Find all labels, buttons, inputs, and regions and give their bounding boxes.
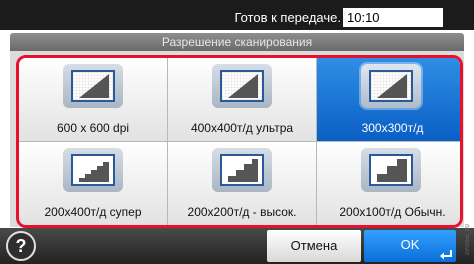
- screen-title: Разрешение сканирования: [161, 35, 313, 49]
- option-400x400-ultra[interactable]: 400x400т/д ультра: [168, 58, 317, 142]
- option-300x300[interactable]: 300x300т/д: [317, 58, 460, 142]
- option-label: 200x400т/д супер: [44, 205, 142, 219]
- option-label: 600 x 600 dpi: [56, 121, 130, 135]
- resolution-high-icon: [361, 64, 421, 108]
- option-label: 300x300т/д: [361, 121, 424, 135]
- bottom-bar: ? Отмена OK: [0, 228, 474, 264]
- enter-icon: [440, 250, 452, 260]
- resolution-grid: 600 x 600 dpi 400x400т/д ультра 300x300т…: [16, 55, 463, 228]
- option-200x100-normal[interactable]: 200x100т/д Обычн.: [317, 142, 460, 225]
- resolution-low-icon: [361, 148, 421, 192]
- cancel-button[interactable]: Отмена: [267, 230, 361, 262]
- help-icon: ?: [15, 236, 27, 256]
- option-label: 200x200т/д - высок.: [187, 205, 297, 219]
- option-600x600[interactable]: 600 x 600 dpi: [19, 58, 168, 142]
- option-label: 200x100т/д Обычн.: [339, 205, 446, 219]
- scan-resolution-screen: Готов к передаче. 10:10 Разрешение скани…: [0, 0, 474, 264]
- resolution-panel: 600 x 600 dpi 400x400т/д ультра 300x300т…: [10, 51, 464, 228]
- status-message: Готов к передаче.: [234, 10, 341, 25]
- resolution-high-icon: [63, 64, 123, 108]
- ok-button[interactable]: OK: [364, 230, 456, 262]
- option-label: 400x400т/д ультра: [190, 121, 294, 135]
- help-button[interactable]: ?: [6, 231, 36, 261]
- resolution-high-icon: [212, 64, 272, 108]
- status-bar: Готов к передаче. 10:10: [0, 0, 474, 30]
- status-time: 10:10: [343, 8, 443, 27]
- option-200x200-fine[interactable]: 200x200т/д - высок.: [168, 142, 317, 225]
- resolution-low-icon: [212, 148, 272, 192]
- screen-title-bar: Разрешение сканирования: [10, 33, 464, 51]
- resolution-low-icon: [63, 148, 123, 192]
- option-200x400-super[interactable]: 200x400т/д супер: [19, 142, 168, 225]
- side-code: 2P0055_00: [465, 224, 471, 255]
- ok-label: OK: [400, 237, 420, 252]
